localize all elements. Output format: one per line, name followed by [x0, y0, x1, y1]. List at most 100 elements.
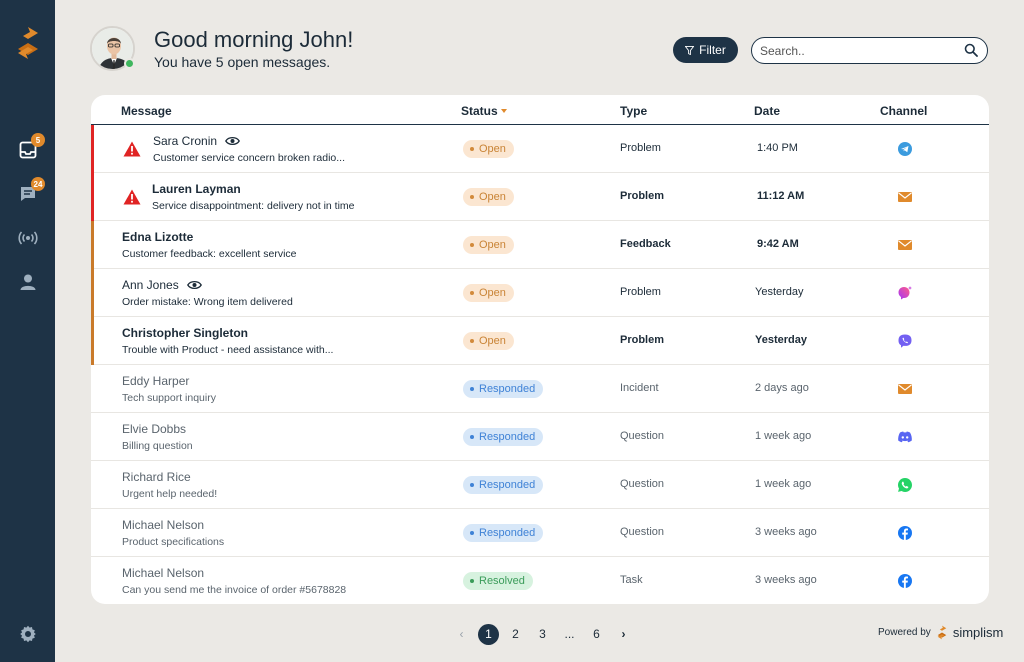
message-preview: Urgent help needed!: [122, 488, 218, 500]
discord-icon: [898, 431, 912, 443]
messenger-icon: [898, 286, 912, 300]
message-preview: Customer service concern broken radio...: [153, 152, 345, 164]
next-page-button[interactable]: ›: [610, 623, 637, 645]
message-date: 2 days ago: [755, 382, 809, 394]
column-header-status[interactable]: Status: [461, 104, 507, 118]
sender-name: Christopher Singleton: [122, 326, 248, 340]
status-label: Open: [479, 287, 506, 299]
table-row[interactable]: Eddy Harper Tech support inquiry Respond…: [91, 365, 989, 413]
table-row[interactable]: Sara Cronin Customer service concern bro…: [91, 125, 989, 173]
brand-logo-icon: [937, 625, 947, 640]
page-button-6[interactable]: 6: [583, 623, 610, 645]
eye-icon: [186, 280, 202, 290]
page-button-3[interactable]: 3: [529, 623, 556, 645]
status-dot: [470, 291, 474, 295]
open-marker: [91, 221, 94, 269]
email-icon: [898, 240, 912, 250]
search-box[interactable]: [751, 37, 988, 64]
table-row[interactable]: Richard Rice Urgent help needed! Respond…: [91, 461, 989, 509]
page-button-1[interactable]: 1: [475, 623, 502, 645]
message-type: Problem: [620, 334, 665, 346]
status-label: Open: [479, 143, 506, 155]
sort-desc-icon[interactable]: [500, 109, 507, 113]
message-date: Yesterday: [755, 334, 807, 346]
message-type: Problem: [620, 142, 661, 154]
status-badge: Open: [463, 284, 514, 302]
sender-name: Edna Lizotte: [122, 230, 194, 244]
status-label: Open: [479, 191, 506, 203]
column-header-status-label: Status: [461, 104, 498, 118]
sender-name: Ann Jones: [122, 278, 202, 292]
page-button-2[interactable]: 2: [502, 623, 529, 645]
warning-icon: [123, 189, 141, 205]
status-badge: Responded: [463, 428, 544, 446]
status-badge: Open: [463, 188, 514, 206]
greeting-title: Good morning John!: [154, 27, 354, 52]
sidebar: 5 24: [0, 0, 55, 662]
urgent-marker: [91, 173, 94, 221]
message-preview: Tech support inquiry: [122, 392, 216, 404]
status-label: Open: [479, 335, 506, 347]
message-type: Question: [620, 478, 665, 490]
message-date: 9:42 AM: [757, 238, 799, 250]
column-header-message[interactable]: Message: [121, 104, 172, 118]
page-ellipsis: ...: [564, 627, 575, 641]
viber-icon: [898, 334, 912, 348]
status-badge: Resolved: [463, 572, 533, 590]
nav-chat[interactable]: 24: [0, 174, 55, 214]
search-icon[interactable]: [964, 43, 978, 57]
nav-broadcast[interactable]: [0, 218, 55, 258]
telegram-icon: [898, 142, 912, 156]
search-input[interactable]: [760, 42, 950, 59]
warning-icon: [123, 141, 141, 157]
table-row[interactable]: Ann Jones Order mistake: Wrong item deli…: [91, 269, 989, 317]
brand-name[interactable]: simplism: [953, 625, 1004, 640]
sender-name-text: Sara Cronin: [153, 134, 218, 148]
table-row[interactable]: Michael Nelson Can you send me the invoi…: [91, 557, 989, 604]
filter-icon: [685, 45, 695, 55]
nav-settings[interactable]: [0, 614, 55, 654]
filter-button[interactable]: Filter: [673, 37, 738, 63]
broadcast-icon: [17, 231, 38, 245]
message-preview: Order mistake: Wrong item delivered: [122, 296, 293, 308]
message-type: Feedback: [620, 238, 671, 250]
table-row[interactable]: Christopher Singleton Trouble with Produ…: [91, 317, 989, 365]
powered-by: Powered by simplism: [878, 624, 1003, 641]
user-icon: [20, 274, 35, 290]
status-badge: Open: [463, 332, 514, 350]
status-label: Responded: [479, 431, 536, 443]
status-dot: [470, 387, 474, 391]
column-header-date[interactable]: Date: [754, 104, 780, 118]
message-date: 1 week ago: [755, 430, 812, 442]
whatsapp-icon: [898, 478, 912, 492]
table-row[interactable]: Lauren Layman Service disappointment: de…: [91, 173, 989, 221]
status-dot: [470, 483, 474, 487]
facebook-icon: [898, 526, 912, 540]
sender-name: Sara Cronin: [153, 134, 240, 148]
prev-page-button[interactable]: ‹: [448, 623, 475, 645]
status-dot: [470, 579, 474, 583]
status-badge: Responded: [463, 380, 544, 398]
status-label: Responded: [479, 527, 536, 539]
status-badge: Open: [463, 236, 514, 254]
table-row[interactable]: Michael Nelson Product specifications Re…: [91, 509, 989, 557]
email-icon: [898, 192, 912, 202]
message-type: Incident: [620, 382, 659, 394]
message-date: Yesterday: [755, 286, 804, 298]
column-header-channel[interactable]: Channel: [880, 104, 927, 118]
sender-name: Michael Nelson: [122, 518, 205, 532]
table-row[interactable]: Elvie Dobbs Billing question Responded Q…: [91, 413, 989, 461]
app-logo[interactable]: [14, 26, 42, 60]
column-header-type[interactable]: Type: [620, 104, 647, 118]
status-badge: Open: [463, 140, 514, 158]
status-label: Responded: [479, 383, 536, 395]
nav-inbox[interactable]: 5: [0, 130, 55, 170]
message-type: Question: [620, 526, 665, 538]
message-date: 11:12 AM: [757, 190, 805, 202]
message-preview: Trouble with Product - need assistance w…: [122, 344, 334, 356]
message-preview: Service disappointment: delivery not in …: [152, 200, 355, 212]
nav-contacts[interactable]: [0, 262, 55, 302]
table-row[interactable]: Edna Lizotte Customer feedback: excellen…: [91, 221, 989, 269]
status-badge: Responded: [463, 524, 544, 542]
powered-by-label: Powered by: [878, 627, 931, 638]
